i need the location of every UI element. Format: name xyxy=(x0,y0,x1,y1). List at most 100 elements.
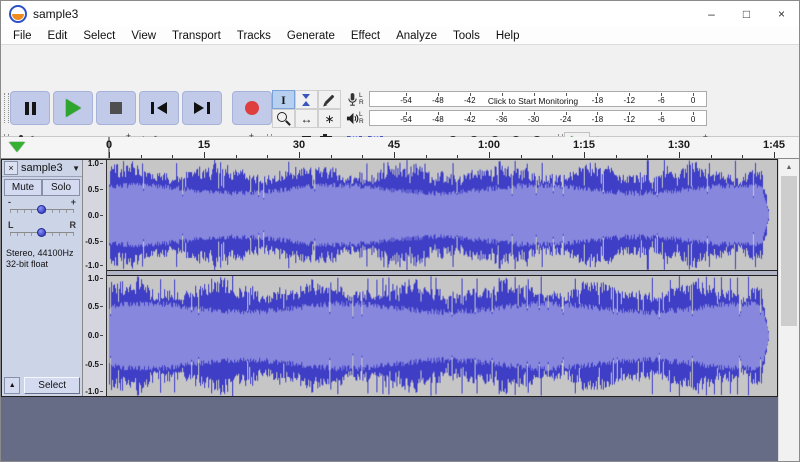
track-menu-dropdown-icon[interactable]: ▼ xyxy=(72,164,80,173)
menu-item-transport[interactable]: Transport xyxy=(164,30,229,42)
meter-db-label: -12 xyxy=(624,115,636,124)
timeline-label: 1:45 xyxy=(763,139,785,151)
meter-db-label: 0 xyxy=(691,115,695,124)
timeline-tick xyxy=(299,152,300,158)
play-button[interactable] xyxy=(53,91,93,125)
playback-meter-scale[interactable]: -54-48-42-36-30-24-18-12-60 xyxy=(369,110,707,126)
scale-label: -0.5 xyxy=(85,237,103,246)
menu-item-help[interactable]: Help xyxy=(488,30,528,42)
slider-thumb[interactable] xyxy=(37,228,46,237)
vertical-scrollbar[interactable]: ▲ xyxy=(778,159,799,462)
timeline-tick xyxy=(552,155,553,158)
speaker-icon xyxy=(345,112,359,125)
timeline-tick xyxy=(109,152,110,158)
audacity-logo-icon xyxy=(9,5,27,23)
meter-channel-right: R xyxy=(359,99,369,107)
timeline-label: 15 xyxy=(198,139,210,151)
tools-toolbar: I ↔∗ xyxy=(272,90,341,128)
selection-tool-icon: I xyxy=(281,94,286,106)
stop-button[interactable] xyxy=(96,91,136,125)
multi-tool[interactable]: ∗ xyxy=(318,109,341,128)
menu-item-file[interactable]: File xyxy=(5,30,40,42)
waveform-channel-right[interactable] xyxy=(107,276,777,396)
timeline-tick xyxy=(679,152,680,158)
meter-db-label: -48 xyxy=(432,115,444,124)
timeshift-tool[interactable]: ↔ xyxy=(295,109,318,128)
track-close-button[interactable]: × xyxy=(4,161,18,175)
timeline-tick xyxy=(236,155,237,158)
menu-item-tools[interactable]: Tools xyxy=(445,30,488,42)
meter-db-label: -48 xyxy=(432,96,444,105)
timeline-pin-icon[interactable] xyxy=(9,142,25,152)
playback-meter[interactable]: L R -54-48-42-36-30-24-18-12-60 xyxy=(345,109,707,127)
envelope-tool-icon xyxy=(302,94,311,106)
timeline-label: 0 xyxy=(106,139,112,151)
track-format-line2: 32-bit float xyxy=(6,259,82,270)
meter-db-label: -54 xyxy=(400,115,412,124)
meter-db-label: -42 xyxy=(464,96,476,105)
pan-slider[interactable]: L R xyxy=(8,220,76,242)
meter-db-label: -6 xyxy=(658,96,665,105)
timeline-tick xyxy=(172,155,173,158)
skip-to-start-button[interactable] xyxy=(139,91,179,125)
slider-thumb[interactable] xyxy=(37,205,46,214)
menu-item-generate[interactable]: Generate xyxy=(279,30,343,42)
record-button[interactable] xyxy=(232,91,272,125)
timeline-tick xyxy=(616,155,617,158)
timeline-ruler[interactable]: 01530451:001:151:301:45 xyxy=(1,137,799,159)
track-name[interactable]: sample3 xyxy=(21,162,72,174)
audio-track: × sample3 ▼ Mute Solo - + L R xyxy=(1,159,778,397)
timeline-tick xyxy=(426,155,427,158)
menu-item-select[interactable]: Select xyxy=(75,30,123,42)
recording-meter[interactable]: L R -54-48-42-18-12-60Click to Start Mon… xyxy=(345,90,707,108)
selection-tool[interactable]: I xyxy=(272,90,295,109)
meter-monitoring-message: Click to Start Monitoring xyxy=(488,96,578,106)
zoom-tool[interactable] xyxy=(272,109,295,128)
menu-item-view[interactable]: View xyxy=(123,30,164,42)
timeline-tick xyxy=(711,155,712,158)
window-title: sample3 xyxy=(33,7,78,21)
maximize-button[interactable]: □ xyxy=(729,1,764,27)
scale-label: -0.5 xyxy=(85,360,103,369)
select-track-button[interactable]: Select xyxy=(24,377,80,394)
menu-item-edit[interactable]: Edit xyxy=(40,30,76,42)
track-workspace: × sample3 ▼ Mute Solo - + L R xyxy=(1,159,799,462)
track-format-line1: Stereo, 44100Hz xyxy=(6,248,82,259)
timeline-tick xyxy=(774,152,775,158)
timeline-label: 1:00 xyxy=(478,139,500,151)
minimize-button[interactable]: – xyxy=(694,1,729,27)
collapse-track-button[interactable]: ▲ xyxy=(4,377,20,394)
meter-db-label: -18 xyxy=(592,115,604,124)
toolbar-area: I↔∗ L R -54-48-42-18-12-60Click to Start… xyxy=(1,45,799,137)
meter-db-label: -54 xyxy=(400,96,412,105)
meter-db-label: -6 xyxy=(658,115,665,124)
scroll-up-arrow[interactable]: ▲ xyxy=(779,159,799,176)
mute-button[interactable]: Mute xyxy=(4,179,42,196)
draw-tool-icon xyxy=(325,95,335,105)
timeline-label: 30 xyxy=(293,139,305,151)
solo-button[interactable]: Solo xyxy=(42,179,80,196)
timeline-label: 1:30 xyxy=(668,139,690,151)
pause-button[interactable] xyxy=(10,91,50,125)
timeline-tick xyxy=(521,155,522,158)
gain-slider[interactable]: - + xyxy=(8,197,76,219)
pause-icon xyxy=(25,102,29,115)
timeline-tick xyxy=(362,155,363,158)
vertical-scale-ruler[interactable]: 1.00.50.0-0.5-1.01.00.50.0-0.5-1.0 xyxy=(82,160,107,396)
close-button[interactable]: × xyxy=(764,1,799,27)
menu-item-analyze[interactable]: Analyze xyxy=(388,30,445,42)
envelope-tool[interactable] xyxy=(295,90,318,109)
timeline-label: 45 xyxy=(388,139,400,151)
scrollbar-thumb[interactable] xyxy=(781,176,797,326)
recording-meter-scale[interactable]: -54-48-42-18-12-60Click to Start Monitor… xyxy=(369,91,707,107)
timeline-tick xyxy=(331,155,332,158)
menu-item-tracks[interactable]: Tracks xyxy=(229,30,279,42)
skip-start-icon xyxy=(157,102,167,114)
skip-to-end-button[interactable] xyxy=(182,91,222,125)
toolbar-grip[interactable] xyxy=(4,93,9,123)
timeline-tick xyxy=(141,155,142,158)
scale-label: 1.0 xyxy=(88,159,103,168)
waveform-channel-left[interactable] xyxy=(107,160,777,270)
menu-item-effect[interactable]: Effect xyxy=(343,30,388,42)
draw-tool[interactable] xyxy=(318,90,341,109)
